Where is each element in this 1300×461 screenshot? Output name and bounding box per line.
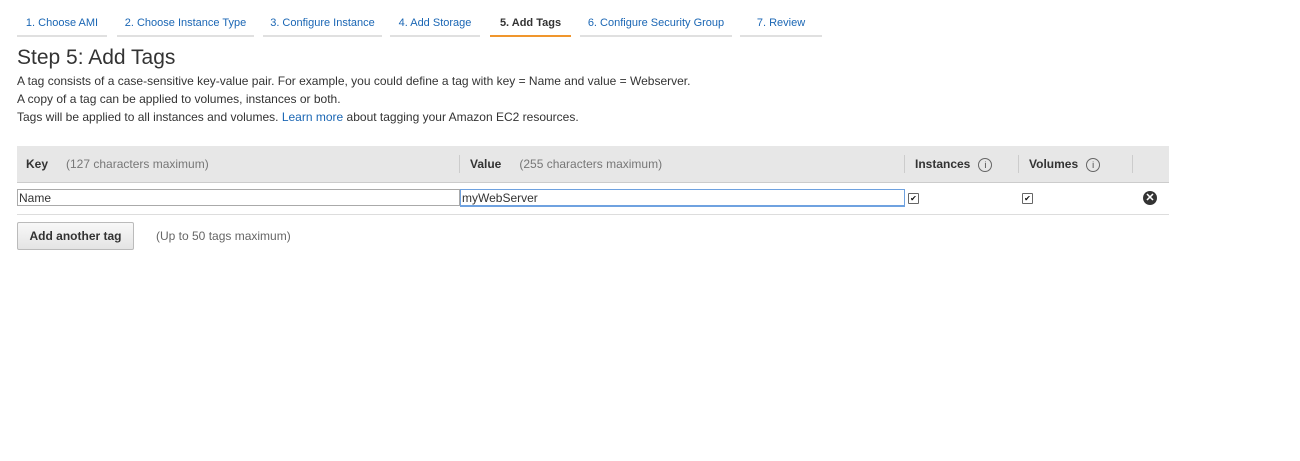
- wizard-step-choose-ami[interactable]: 1. Choose AMI: [17, 10, 107, 37]
- tag-value-input[interactable]: [460, 189, 905, 206]
- tag-key-input[interactable]: [17, 189, 460, 206]
- key-column-header: Key (127 characters maximum): [26, 146, 209, 182]
- key-header-hint: (127 characters maximum): [66, 157, 209, 171]
- wizard-step-review[interactable]: 7. Review: [740, 10, 822, 37]
- column-divider: [459, 155, 460, 173]
- instances-checkbox[interactable]: ✔: [908, 193, 919, 204]
- instances-column-header: Instances i: [915, 146, 993, 182]
- value-header-hint: (255 characters maximum): [519, 157, 663, 171]
- description-line-1: A tag consists of a case-sensitive key-v…: [17, 74, 691, 88]
- remove-tag-icon[interactable]: ✕: [1143, 191, 1157, 205]
- tag-limit-note: (Up to 50 tags maximum): [156, 229, 291, 243]
- column-divider: [1132, 155, 1133, 173]
- wizard-step-add-storage[interactable]: 4. Add Storage: [390, 10, 480, 37]
- key-header-label: Key: [26, 157, 49, 171]
- description-line-2: A copy of a tag can be applied to volume…: [17, 92, 341, 106]
- column-divider: [904, 155, 905, 173]
- description-line-3-text: Tags will be applied to all instances an…: [17, 110, 279, 124]
- add-another-tag-button[interactable]: Add another tag: [17, 222, 134, 250]
- volumes-column-header: Volumes i: [1029, 146, 1101, 182]
- wizard-step-choose-instance-type[interactable]: 2. Choose Instance Type: [117, 10, 254, 37]
- info-icon[interactable]: i: [978, 157, 993, 172]
- value-header-label: Value: [470, 157, 502, 171]
- table-row: ✔ ✔ ✕: [17, 183, 1169, 215]
- info-icon[interactable]: i: [1086, 157, 1101, 172]
- column-divider: [1018, 155, 1019, 173]
- volumes-header-label: Volumes: [1029, 157, 1079, 171]
- wizard-step-configure-security-group[interactable]: 6. Configure Security Group: [580, 10, 732, 37]
- tags-table-header: Key (127 characters maximum) Value (255 ch…: [17, 146, 1169, 183]
- instances-header-label: Instances: [915, 157, 971, 171]
- value-column-header: Value (255 characters maximum): [470, 146, 662, 182]
- wizard-step-configure-instance[interactable]: 3. Configure Instance: [263, 10, 382, 37]
- wizard-step-add-tags[interactable]: 5. Add Tags: [490, 10, 571, 37]
- learn-more-link[interactable]: Learn more: [282, 110, 343, 124]
- description-line-3-suffix: about tagging your Amazon EC2 resources.: [346, 110, 579, 124]
- description-line-3: Tags will be applied to all instances an…: [17, 110, 579, 124]
- page-title: Step 5: Add Tags: [17, 46, 176, 69]
- volumes-checkbox[interactable]: ✔: [1022, 193, 1033, 204]
